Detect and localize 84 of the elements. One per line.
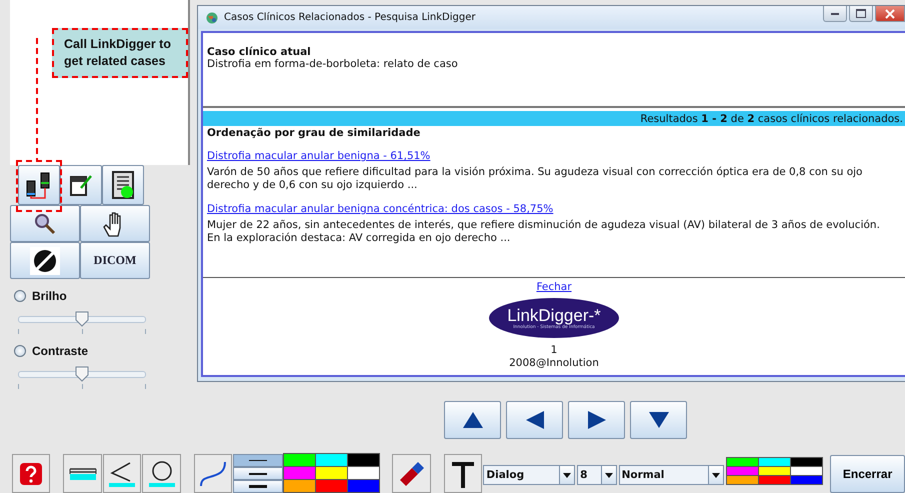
color-swatch[interactable] (791, 467, 822, 475)
color-swatch[interactable] (727, 458, 758, 466)
ruler-button[interactable] (63, 454, 102, 493)
magnifier-icon (34, 212, 56, 234)
left-arrow-icon (526, 411, 544, 429)
section-heading: Ordenação por grau de similaridade (207, 127, 422, 139)
case-link[interactable]: Distrofia macular anular benigna - 61,51% (207, 150, 430, 162)
color-swatch[interactable] (759, 476, 790, 484)
eraser-icon (398, 460, 426, 488)
down-button[interactable] (630, 401, 687, 439)
close-button[interactable] (875, 6, 905, 22)
color-swatch[interactable] (316, 480, 348, 492)
pan-button[interactable] (80, 205, 150, 242)
circle-icon (148, 460, 176, 488)
right-arrow-icon (588, 411, 606, 429)
color-swatch[interactable] (316, 467, 348, 479)
up-arrow-icon (462, 412, 482, 428)
slider-track[interactable] (18, 311, 146, 327)
circle-button[interactable] (142, 454, 181, 493)
angle-icon (108, 460, 136, 486)
color-swatch[interactable] (791, 476, 822, 484)
globe-icon (206, 12, 218, 24)
line-width-option[interactable] (233, 454, 284, 467)
letter-t-icon (451, 460, 476, 488)
slider-label: Brilho (32, 289, 67, 303)
case-link[interactable]: Distrofia macular anular benigna concéntrica: dos casos - 58,75% (207, 203, 554, 215)
document-ok-icon (109, 170, 137, 200)
curve-icon (199, 460, 228, 488)
color-swatch[interactable] (284, 480, 316, 492)
color-swatch[interactable] (348, 467, 380, 479)
eraser-button[interactable] (392, 454, 431, 493)
case-summary: Varón de 50 años que refiere dificultad para la visión próxima. Su agudeza visual con corrección óptica era de 0,8 con su ojo derecho y de 0,6 con su ojo izquierdo ... (207, 166, 864, 192)
case-title: Distrofia em forma-de-borboleta: relato de caso (207, 58, 459, 70)
size-dropdown[interactable]: 8 (577, 465, 617, 485)
curve-button[interactable] (194, 454, 232, 493)
color-swatch[interactable] (348, 480, 380, 492)
dicom-button[interactable]: DICOM (80, 242, 150, 279)
slider-track[interactable] (18, 366, 146, 382)
edit-button[interactable] (60, 165, 102, 205)
font-dropdown[interactable]: Dialog (483, 465, 576, 485)
color-swatch[interactable] (791, 458, 822, 466)
window-title: Casos Clínicos Relacionados - Pesquisa LinkDigger (224, 12, 476, 23)
color-swatch[interactable] (759, 467, 790, 475)
angle-button[interactable] (102, 454, 142, 493)
case-summary: Mujer de 22 años, sin antecedentes de interés, que refiere disminución de agudeza visual (AV) bilateral de 3 años de evolución. En la exploración destaca: AV corregida en ojo derecho ... (207, 219, 881, 245)
invert-button[interactable] (10, 242, 80, 279)
help-button[interactable] (12, 454, 50, 493)
line-width-option[interactable] (233, 480, 284, 493)
question-mark-icon (20, 462, 42, 484)
maximize-button[interactable] (849, 6, 873, 22)
right-button[interactable] (568, 401, 625, 439)
line-width-option[interactable] (233, 467, 284, 480)
copyright: 2008@Innolution (509, 357, 599, 369)
slider-label: Contraste (32, 344, 88, 358)
callout-note: Call LinkDigger to get related cases (52, 28, 188, 78)
slider-thumb[interactable] (75, 311, 89, 327)
down-arrow-icon (648, 412, 668, 428)
report-ok-button[interactable] (102, 165, 144, 205)
zoom-button[interactable] (10, 205, 80, 242)
color-swatch[interactable] (316, 454, 348, 466)
slashed-circle-icon (30, 246, 60, 274)
radio-button[interactable] (14, 290, 26, 302)
finish-button[interactable]: Encerrar (830, 455, 905, 493)
results-count: Resultados 1 - 2 de 2 casos clínicos relacionados. (640, 113, 903, 125)
style-dropdown[interactable]: Normal (618, 465, 724, 485)
ruler-icon (68, 466, 97, 480)
section-heading: Caso clínico atual (207, 46, 312, 58)
highlight-frame (16, 160, 62, 212)
up-button[interactable] (444, 401, 501, 439)
slider-thumb[interactable] (75, 366, 89, 382)
color-swatch[interactable] (284, 454, 316, 466)
related-cases-button[interactable] (18, 165, 60, 205)
left-button[interactable] (506, 401, 563, 439)
radio-button[interactable] (14, 345, 26, 357)
minimize-button[interactable] (823, 6, 847, 22)
color-swatch[interactable] (727, 476, 758, 484)
color-swatch[interactable] (759, 458, 790, 466)
close-link[interactable]: Fechar (536, 281, 572, 293)
page-number: 1 (550, 344, 558, 356)
text-tool-button[interactable] (444, 454, 482, 493)
color-swatch[interactable] (284, 467, 316, 479)
color-swatch[interactable] (727, 467, 758, 475)
color-swatch[interactable] (348, 454, 380, 466)
close-icon (885, 8, 895, 18)
